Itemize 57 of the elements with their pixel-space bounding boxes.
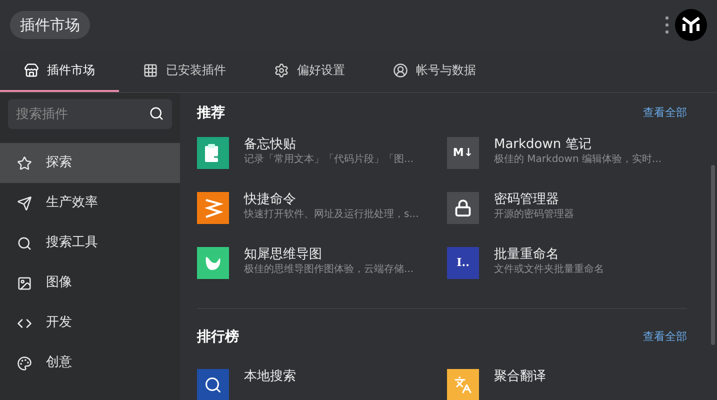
category-icon <box>17 236 32 250</box>
plugin-name: 批量重命名 <box>494 247 560 263</box>
tab[interactable]: 帐号与数据 <box>369 50 500 92</box>
scrollbar[interactable] <box>711 165 715 345</box>
rename-icon: I.. <box>447 247 479 279</box>
view-all-link[interactable]: 查看全部 <box>643 104 687 122</box>
search-field[interactable]: 搜索插件 <box>8 99 172 129</box>
more-icon[interactable] <box>665 16 669 34</box>
translate-icon <box>447 369 479 400</box>
search-icon[interactable] <box>149 106 164 121</box>
plugin-item[interactable]: 聚合翻译 <box>447 365 687 400</box>
logo-icon[interactable] <box>675 9 707 41</box>
lightning-icon <box>197 192 229 224</box>
plugin-name: 知犀思维导图 <box>244 247 323 263</box>
plugin-name: 密码管理器 <box>494 192 560 208</box>
tab-icon <box>274 62 289 78</box>
plugin-item[interactable]: 本地搜索 <box>197 365 437 400</box>
tab-icon <box>393 62 408 78</box>
plugin-description: 快速打开软件、网址及运行批处理，s... <box>244 208 419 222</box>
plugin-item[interactable]: M↓ Markdown 笔记 极佳的 Markdown 编辑体验，实时... <box>447 133 687 188</box>
plugin-description: 文件或文件夹批量重命名 <box>494 263 604 277</box>
markdown-icon: M↓ <box>447 137 479 169</box>
category-icon <box>17 276 32 290</box>
section-title: 推荐 <box>197 104 225 122</box>
tab-icon <box>24 62 39 78</box>
plugin-description: 极佳的思维导图作图体验，云端存储... <box>244 263 414 277</box>
section-title: 排行榜 <box>197 328 239 346</box>
plugin-name: Markdown 笔记 <box>494 137 592 153</box>
plugin-description: 开源的密码管理器 <box>494 208 574 222</box>
plugin-item[interactable]: 快捷命令 快速打开软件、网址及运行批处理，s... <box>197 188 437 243</box>
plugin-name: 聚合翻译 <box>494 369 546 385</box>
category-icon <box>17 356 32 370</box>
plugin-name: 备忘快贴 <box>244 137 297 153</box>
tab[interactable]: 偏好设置 <box>250 50 369 92</box>
lock-icon <box>447 192 479 224</box>
plugin-item[interactable]: I.. 批量重命名 文件或文件夹批量重命名 <box>447 243 687 298</box>
sidebar-item[interactable]: 开发 <box>0 303 180 343</box>
category-icon <box>17 156 32 170</box>
sidebar-item[interactable]: 创意 <box>0 343 180 383</box>
sidebar-item[interactable]: 生产效率 <box>0 183 180 223</box>
clipboard-icon <box>197 137 229 169</box>
window-title: 插件市场 <box>10 11 90 39</box>
view-all-link[interactable]: 查看全部 <box>643 328 687 346</box>
sidebar-item[interactable]: 探索 <box>0 143 180 183</box>
plugin-item[interactable]: 密码管理器 开源的密码管理器 <box>447 188 687 243</box>
plugin-item[interactable]: 知犀思维导图 极佳的思维导图作图体验，云端存储... <box>197 243 437 298</box>
category-icon <box>17 196 32 210</box>
plugin-name: 快捷命令 <box>244 192 297 208</box>
plugin-name: 本地搜索 <box>244 369 296 385</box>
search-icon <box>197 369 229 400</box>
sidebar-item[interactable]: 图像 <box>0 263 180 303</box>
tab[interactable]: 已安装插件 <box>119 50 250 92</box>
plugin-item[interactable]: 备忘快贴 记录「常用文本」「代码片段」「图... <box>197 133 437 188</box>
tab-icon <box>143 62 158 78</box>
sidebar-item[interactable]: 搜索工具 <box>0 223 180 263</box>
plugin-description: 极佳的 Markdown 编辑体验，实时... <box>494 153 662 167</box>
plugin-description: 记录「常用文本」「代码片段」「图... <box>244 153 414 167</box>
